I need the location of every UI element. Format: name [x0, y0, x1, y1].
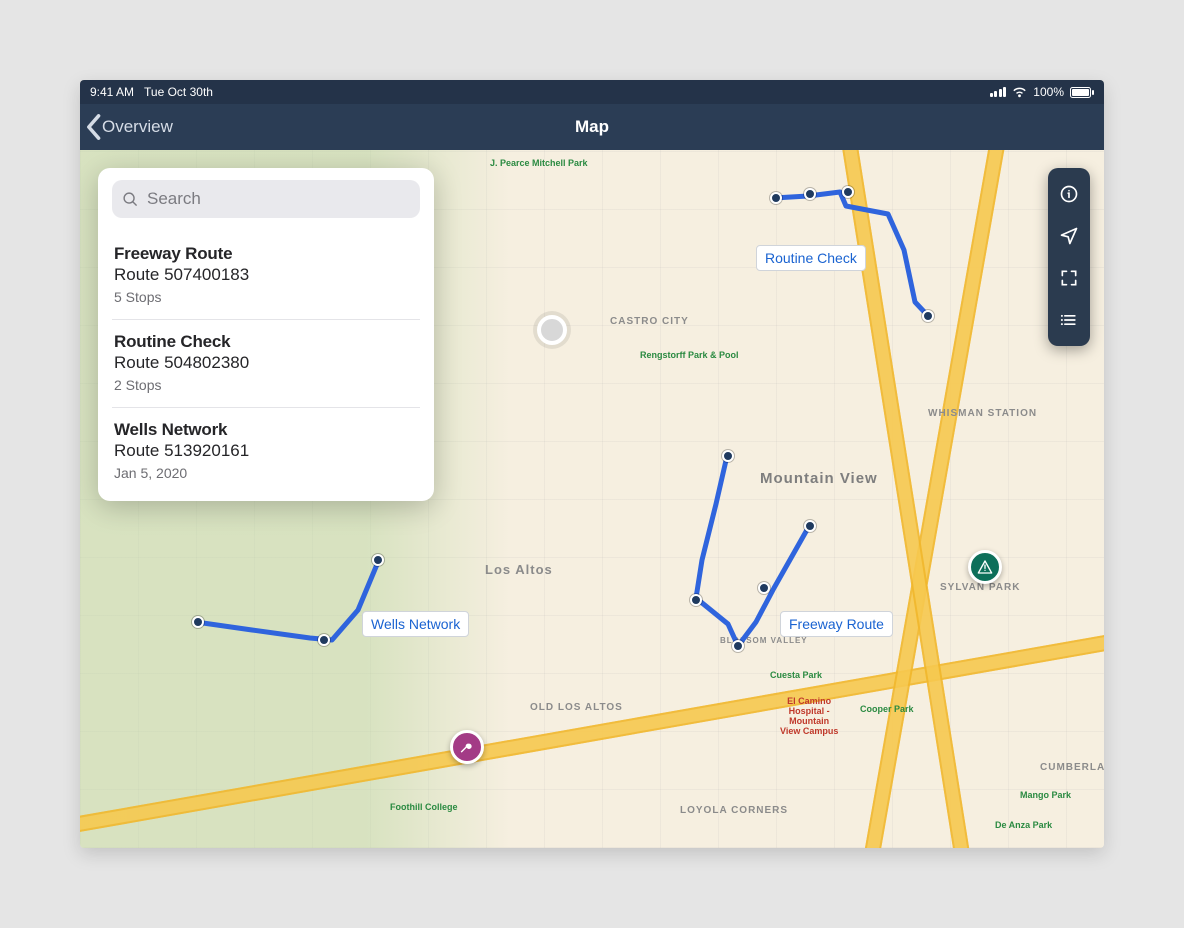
route-name: Wells Network	[114, 420, 418, 440]
alert-triangle-icon	[977, 559, 993, 575]
nav-bar: Overview Map	[80, 104, 1104, 150]
map-city-label: OLD LOS ALTOS	[530, 702, 623, 713]
layers-list-icon	[1059, 310, 1079, 330]
layers-button[interactable]	[1048, 300, 1090, 340]
routes-panel: Freeway Route Route 507400183 5 Stops Ro…	[98, 168, 434, 501]
map-park-label: Mango Park	[1020, 790, 1071, 800]
route-path-freeway-route	[680, 450, 860, 675]
route-id: Route 513920161	[114, 441, 418, 461]
app-frame: 9:41 AM Tue Oct 30th 100% Overview Map J…	[80, 80, 1104, 848]
route-stop-dot[interactable]	[804, 188, 816, 200]
expand-icon	[1059, 268, 1079, 288]
route-stop-dot[interactable]	[318, 634, 330, 646]
map-route-label[interactable]: Wells Network	[362, 611, 469, 637]
route-meta: Jan 5, 2020	[114, 465, 418, 481]
status-time: 9:41 AM	[90, 85, 134, 99]
asset-pin-alert[interactable]	[968, 550, 1002, 584]
asset-pin-key[interactable]	[450, 730, 484, 764]
user-location-marker	[537, 315, 567, 345]
info-button[interactable]	[1048, 174, 1090, 214]
route-stop-dot[interactable]	[722, 450, 734, 462]
back-button[interactable]: Overview	[80, 113, 179, 141]
route-item[interactable]: Freeway Route Route 507400183 5 Stops	[112, 232, 420, 320]
wifi-icon	[1012, 87, 1027, 98]
map-city-label: SYLVAN PARK	[940, 582, 1020, 593]
route-stop-dot[interactable]	[192, 616, 204, 628]
cell-signal-icon	[990, 87, 1007, 97]
map-park-label: Foothill College	[390, 802, 458, 812]
routes-list: Freeway Route Route 507400183 5 Stops Ro…	[112, 232, 420, 495]
route-id: Route 507400183	[114, 265, 418, 285]
route-stop-dot[interactable]	[922, 310, 934, 322]
map-route-label[interactable]: Freeway Route	[780, 611, 893, 637]
map-park-label: Rengstorff Park & Pool	[640, 350, 739, 360]
location-arrow-icon	[1059, 226, 1079, 246]
map-tools	[1048, 168, 1090, 346]
key-icon	[459, 739, 475, 755]
map-hospital-label: El Camino Hospital - Mountain View Campu…	[780, 696, 838, 736]
route-stop-dot[interactable]	[372, 554, 384, 566]
route-id: Route 504802380	[114, 353, 418, 373]
map-canvas[interactable]: J. Pearce Mitchell Park CASTRO CITY Reng…	[80, 150, 1104, 848]
locate-button[interactable]	[1048, 216, 1090, 256]
map-park-label: De Anza Park	[995, 820, 1052, 830]
route-stop-dot[interactable]	[758, 582, 770, 594]
route-name: Routine Check	[114, 332, 418, 352]
status-bar: 9:41 AM Tue Oct 30th 100%	[80, 80, 1104, 104]
search-input[interactable]	[147, 189, 410, 209]
info-icon	[1059, 184, 1079, 204]
map-park-label: Cooper Park	[860, 704, 914, 714]
back-label: Overview	[102, 117, 173, 137]
map-city-label: CASTRO CITY	[610, 316, 689, 327]
route-item[interactable]: Wells Network Route 513920161 Jan 5, 202…	[112, 408, 420, 495]
status-date: Tue Oct 30th	[144, 85, 213, 99]
map-city-label: Los Altos	[485, 562, 553, 577]
route-stop-dot[interactable]	[732, 640, 744, 652]
route-stop-dot[interactable]	[842, 186, 854, 198]
map-route-label[interactable]: Routine Check	[756, 245, 866, 271]
route-item[interactable]: Routine Check Route 504802380 2 Stops	[112, 320, 420, 408]
battery-percent: 100%	[1033, 85, 1064, 99]
map-city-label: CUMBERLAND SOUTH	[1040, 762, 1104, 773]
fullscreen-button[interactable]	[1048, 258, 1090, 298]
route-stop-dot[interactable]	[804, 520, 816, 532]
map-park-label: J. Pearce Mitchell Park	[490, 158, 588, 168]
search-icon	[122, 191, 139, 208]
route-meta: 5 Stops	[114, 289, 418, 305]
search-box[interactable]	[112, 180, 420, 218]
chevron-left-icon	[84, 113, 102, 141]
route-stop-dot[interactable]	[690, 594, 702, 606]
route-meta: 2 Stops	[114, 377, 418, 393]
route-name: Freeway Route	[114, 244, 418, 264]
map-city-label: LOYOLA CORNERS	[680, 805, 788, 816]
page-title: Map	[80, 117, 1104, 137]
map-city-label: WHISMAN STATION	[928, 408, 1037, 419]
battery-icon	[1070, 87, 1094, 98]
route-stop-dot[interactable]	[770, 192, 782, 204]
